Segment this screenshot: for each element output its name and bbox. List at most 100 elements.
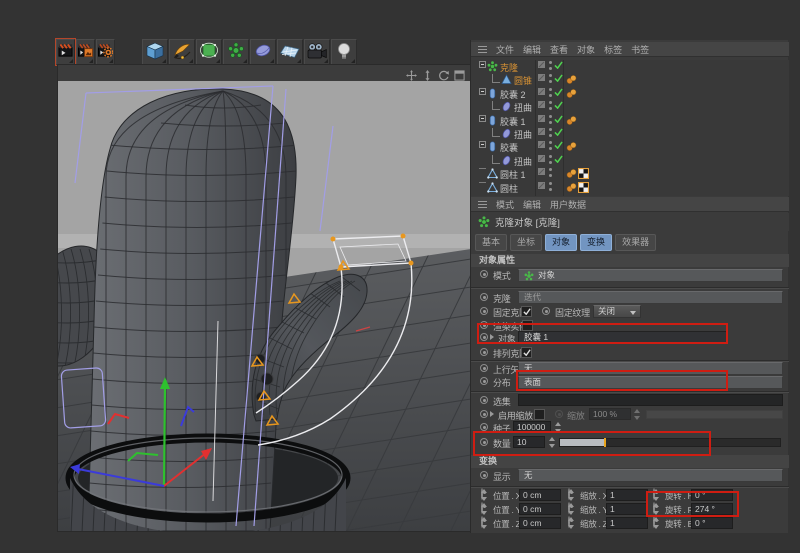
object-label[interactable]: 扭曲 [514, 101, 532, 114]
object-link-field[interactable]: 胶囊 1 [518, 331, 727, 344]
keyframe-circle[interactable] [480, 471, 488, 479]
tab-effectors[interactable]: 效果器 [615, 234, 656, 251]
seed-stepper[interactable] [555, 422, 562, 433]
visibility-dots[interactable] [549, 101, 552, 110]
keyframe-circle[interactable] [480, 423, 488, 431]
fix-clone-checkbox[interactable] [521, 306, 532, 317]
enabled-check-icon[interactable] [554, 88, 563, 98]
keyframe-circle[interactable] [480, 293, 488, 301]
expand-toggle[interactable] [479, 115, 486, 122]
keyframe-circle[interactable] [480, 377, 488, 385]
object-label[interactable]: 扭曲 [514, 128, 532, 141]
camera-button[interactable] [304, 39, 330, 65]
rotation-b-value[interactable]: 0 ° [691, 517, 733, 529]
tab-basic[interactable]: 基本 [475, 234, 507, 251]
object-row-bend[interactable]: 扭曲 [471, 154, 789, 167]
mograph-cloner-button[interactable] [223, 39, 249, 65]
phong-tag-icon[interactable] [566, 115, 577, 128]
object-label[interactable]: 圆柱 [500, 182, 518, 195]
om-menu-object[interactable]: 对象 [577, 43, 595, 56]
object-row-cloner[interactable]: 克隆 [471, 60, 789, 73]
phong-tag-icon[interactable] [566, 74, 577, 87]
keyframe-circle[interactable] [480, 438, 488, 446]
layer-square[interactable] [538, 74, 545, 81]
visibility-dots[interactable] [549, 115, 552, 124]
count-stepper[interactable] [549, 437, 556, 448]
om-menu-edit[interactable]: 编辑 [523, 43, 541, 56]
align-clone-checkbox[interactable] [521, 347, 532, 358]
om-menu-bookmarks[interactable]: 书签 [631, 43, 649, 56]
position-x-value[interactable]: 0 cm [519, 489, 561, 501]
light-button[interactable] [331, 39, 357, 65]
object-label[interactable]: 胶囊 [500, 141, 518, 154]
expand-toggle[interactable] [479, 61, 486, 68]
viewport-layout-icon[interactable] [454, 68, 465, 79]
am-menu-mode[interactable]: 模式 [496, 198, 514, 211]
object-label[interactable]: 扭曲 [514, 155, 532, 168]
object-label[interactable]: 胶囊 1 [500, 115, 526, 128]
scale-stepper[interactable] [634, 409, 641, 420]
spline-pen-button[interactable] [169, 39, 195, 65]
visibility-dots[interactable] [549, 168, 552, 177]
keyframe-circle[interactable] [542, 307, 550, 315]
object-label[interactable]: 圆柱 1 [500, 168, 526, 181]
seed-value-field[interactable]: 100000 [513, 421, 551, 433]
keyframe-circle[interactable] [480, 364, 488, 372]
keyframe-circle[interactable] [480, 270, 488, 278]
clone-dropdown[interactable]: 迭代 [518, 291, 783, 304]
visibility-dots[interactable] [549, 128, 552, 137]
keyframe-circle[interactable] [555, 410, 563, 418]
expand-toggle[interactable] [479, 141, 486, 148]
expand-arrow-icon[interactable] [490, 411, 494, 417]
scale-value-field[interactable]: 100 % [589, 408, 631, 420]
mode-dropdown[interactable]: 对象 [518, 269, 783, 282]
am-menu-userdata[interactable]: 用户数据 [550, 198, 586, 211]
phong-tag-icon[interactable] [566, 168, 577, 181]
layer-square[interactable] [538, 88, 545, 95]
fix-texture-dropdown[interactable]: 关闭 [593, 305, 641, 318]
rotation-p-value[interactable]: 274 ° [691, 503, 733, 515]
layer-square[interactable] [538, 168, 545, 175]
layer-square[interactable] [538, 101, 545, 108]
visibility-dots[interactable] [549, 182, 552, 191]
tab-object[interactable]: 对象 [545, 234, 577, 251]
scale-slider[interactable] [646, 410, 783, 419]
enabled-check-icon[interactable] [554, 115, 563, 125]
add-cube-button[interactable] [142, 39, 168, 65]
object-label[interactable]: 圆锥 [514, 74, 532, 87]
position-z-value[interactable]: 0 cm [519, 517, 561, 529]
position-y-value[interactable]: 0 cm [519, 503, 561, 515]
count-slider-handle[interactable] [604, 438, 606, 447]
keyframe-circle[interactable] [480, 321, 488, 329]
enabled-check-icon[interactable] [554, 74, 563, 84]
keyframe-circle[interactable] [480, 410, 488, 418]
panel-menu-icon[interactable] [478, 201, 487, 208]
keyframe-circle[interactable] [480, 307, 488, 315]
phong-tag-icon[interactable] [566, 141, 577, 154]
object-row-cone[interactable]: 圆锥 [471, 73, 789, 86]
distribution-dropdown[interactable]: 表面 [518, 376, 783, 389]
keyframe-circle[interactable] [480, 333, 488, 341]
scale-x-value[interactable]: 1 [606, 489, 648, 501]
object-row-capsule1[interactable]: 胶囊 1 [471, 114, 789, 127]
count-value-field[interactable]: 10 [513, 436, 545, 448]
enable-scale-checkbox[interactable] [534, 409, 545, 420]
scale-y-value[interactable]: 1 [606, 503, 648, 515]
phong-tag-icon[interactable] [566, 88, 577, 101]
viewport-dolly-icon[interactable] [422, 68, 433, 79]
object-row-cylinder[interactable]: 圆柱 [471, 181, 789, 194]
selection-field[interactable] [518, 394, 783, 406]
viewport-pan-icon[interactable] [406, 68, 417, 79]
count-slider[interactable] [559, 438, 781, 447]
viewport-titlebar[interactable] [58, 65, 471, 81]
keyframe-circle[interactable] [480, 348, 488, 356]
object-row-bend[interactable]: 扭曲 [471, 127, 789, 140]
rotation-h-value[interactable]: 0 ° [691, 489, 733, 501]
visibility-dots[interactable] [549, 61, 552, 70]
visibility-dots[interactable] [549, 74, 552, 83]
layer-square[interactable] [538, 61, 545, 68]
viewport-canvas[interactable] [58, 81, 471, 531]
tab-coordinates[interactable]: 坐标 [510, 234, 542, 251]
enabled-check-icon[interactable] [554, 141, 563, 151]
object-row-capsule[interactable]: 胶囊 [471, 140, 789, 153]
